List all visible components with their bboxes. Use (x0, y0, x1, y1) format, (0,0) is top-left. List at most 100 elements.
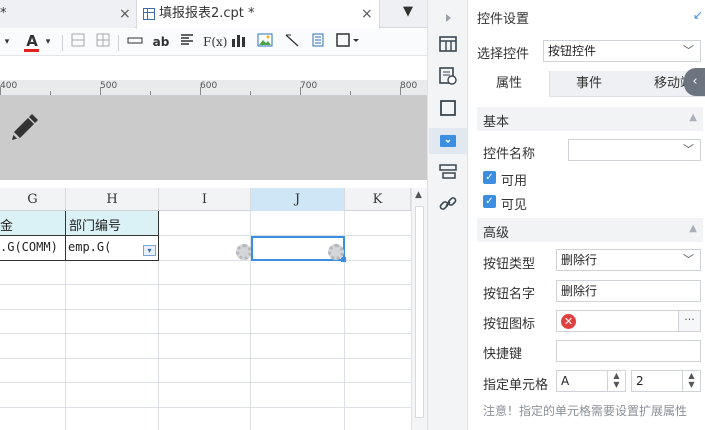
select-widget-value: 按钮控件 (548, 44, 597, 58)
advanced-section-header[interactable]: 高级 ▲ (477, 218, 703, 242)
column-header[interactable]: K (345, 188, 411, 211)
collapse-icon: ▲ (689, 112, 697, 123)
button-icon-label: 按钮图标 (483, 317, 536, 332)
expand-icon[interactable]: ↙ (693, 8, 703, 22)
sheet-icon (143, 8, 155, 20)
pencil-icon[interactable] (8, 112, 40, 144)
dropdown-icon[interactable]: ▾ (2, 33, 12, 51)
widget-name-label: 控件名称 (483, 147, 536, 162)
frame-icon[interactable] (438, 98, 458, 118)
link-icon[interactable] (438, 194, 458, 214)
column-header-row: G H I J K (0, 188, 411, 211)
visible-checkbox[interactable]: ✓ (483, 195, 496, 208)
target-column-value: A (561, 374, 570, 388)
dropdown-icon[interactable]: ▾ (43, 33, 53, 51)
target-column-stepper[interactable]: A ▲ ▼ (556, 370, 626, 392)
column-header-selected[interactable]: J (251, 188, 345, 211)
gear-icon[interactable] (328, 244, 344, 260)
fill-handle[interactable] (341, 257, 346, 262)
side-icon-strip (427, 0, 468, 430)
chevron-down-icon: ﹀ (683, 143, 694, 156)
collapse-panel-icon[interactable]: ‹ (684, 68, 705, 96)
cell-grid[interactable]: 金 部门编号 .G(COMM) emp.G( ▾ (0, 211, 411, 430)
panel-tabs: 属性 事件 移动端 (469, 71, 705, 97)
format-toolbar: ▾ A ▾ ab F(x) (0, 29, 427, 56)
scroll-thumb[interactable] (415, 206, 424, 418)
condition-icon[interactable] (438, 162, 458, 182)
button-type-dropdown[interactable]: 删除行 ﹀ (556, 249, 701, 271)
shortcut-input[interactable] (556, 340, 701, 362)
column-header[interactable]: G (0, 188, 66, 211)
column-header[interactable]: H (66, 188, 159, 211)
button-icon-field[interactable]: ✕ ··· (556, 310, 701, 332)
text-ab-icon[interactable]: ab (152, 33, 170, 51)
visible-label: 可见 (501, 198, 528, 213)
parameter-pane[interactable] (0, 96, 427, 180)
file-tab-bar: * × 填报报表2.cpt * × ▼ (0, 0, 427, 29)
button-type-label: 按钮类型 (483, 257, 536, 272)
select-widget-dropdown[interactable]: 按钮控件 ﹀ (543, 40, 701, 62)
tab-current-file[interactable]: 填报报表2.cpt * × (136, 0, 380, 29)
note-text: 注意！指定的单元格需要设置扩展属性 (483, 404, 688, 418)
chevron-down-icon: ﹀ (683, 44, 694, 57)
align-icon[interactable] (178, 33, 196, 51)
tab-previous-file[interactable]: * × (0, 0, 135, 28)
enabled-label: 可用 (501, 174, 528, 189)
ruler-mark: 800 (400, 81, 418, 91)
widget-settings-panel: 控件设置 ↙ 选择控件 按钮控件 ﹀ 属性 事件 移动端 基本 ▲ 控件名称 ﹀… (469, 0, 705, 430)
header-cell[interactable]: 金 (0, 215, 64, 234)
border-icon[interactable] (70, 33, 86, 51)
close-icon[interactable]: × (119, 0, 131, 28)
tab-label: * (0, 6, 7, 21)
panel-title: 控件设置 (477, 12, 530, 27)
dropdown-widget-icon[interactable]: ▾ (143, 245, 156, 256)
app-window: * × 填报报表2.cpt * × ▼ ▾ A ▾ ab F(x) 400 50… (0, 0, 705, 430)
text-field-icon[interactable] (126, 33, 144, 51)
stepper-icon[interactable]: ▲ ▼ (607, 371, 625, 391)
target-row-stepper[interactable]: 2 ▲ ▼ (631, 370, 701, 392)
stepper-icon[interactable]: ▲ ▼ (682, 371, 700, 391)
chart-icon[interactable] (230, 33, 248, 51)
widget-icon[interactable] (438, 131, 458, 151)
image-icon[interactable] (256, 33, 274, 51)
header-cell[interactable]: 部门编号 (69, 215, 157, 234)
play-icon[interactable] (438, 8, 458, 28)
tab-attributes[interactable]: 属性 (469, 71, 550, 97)
border-style-icon[interactable] (335, 33, 363, 51)
target-row-value: 2 (636, 374, 644, 388)
formula-icon[interactable]: F(x) (203, 33, 227, 51)
close-icon[interactable]: × (361, 0, 373, 28)
section-title: 基本 (483, 115, 510, 130)
button-type-value: 删除行 (561, 253, 598, 267)
chevron-down-icon: ﹀ (683, 253, 694, 266)
column-header[interactable]: I (159, 188, 251, 211)
shortcut-label: 快捷键 (483, 347, 523, 362)
section-title: 高级 (483, 226, 510, 241)
vertical-scrollbar[interactable]: ▲ (411, 188, 427, 430)
sub-report-icon[interactable] (309, 33, 327, 51)
horizontal-ruler: 400 500 600 700 800 (0, 80, 427, 96)
font-color-icon[interactable]: A (22, 33, 42, 52)
merge-cells-icon[interactable] (95, 33, 111, 51)
tab-menu-icon[interactable]: ▼ (403, 4, 413, 19)
enabled-checkbox[interactable]: ✓ (483, 171, 496, 184)
button-name-input[interactable]: 删除行 (556, 280, 701, 302)
tab-events[interactable]: 事件 (550, 71, 628, 97)
collapse-icon: ▲ (689, 223, 697, 234)
basic-section-header[interactable]: 基本 ▲ (477, 107, 703, 131)
gear-icon[interactable] (236, 244, 252, 260)
data-cell[interactable]: emp.G( (68, 240, 138, 254)
data-cell[interactable]: .G(COMM) (0, 240, 64, 254)
report-designer: * × 填报报表2.cpt * × ▼ ▾ A ▾ ab F(x) 400 50… (0, 0, 427, 430)
more-icon[interactable]: ··· (678, 311, 700, 331)
widget-name-field[interactable]: ﹀ (568, 139, 701, 161)
scroll-up-icon[interactable]: ▲ (415, 190, 422, 200)
dataset-icon[interactable] (438, 66, 458, 86)
error-icon: ✕ (561, 314, 576, 329)
ruler-mark: 600 (200, 81, 218, 91)
layout-icon[interactable] (438, 34, 458, 54)
slash-icon[interactable] (283, 33, 301, 51)
select-widget-label: 选择控件 (477, 47, 530, 62)
ruler-mark: 400 (0, 81, 18, 91)
ruler-mark: 700 (300, 81, 318, 91)
